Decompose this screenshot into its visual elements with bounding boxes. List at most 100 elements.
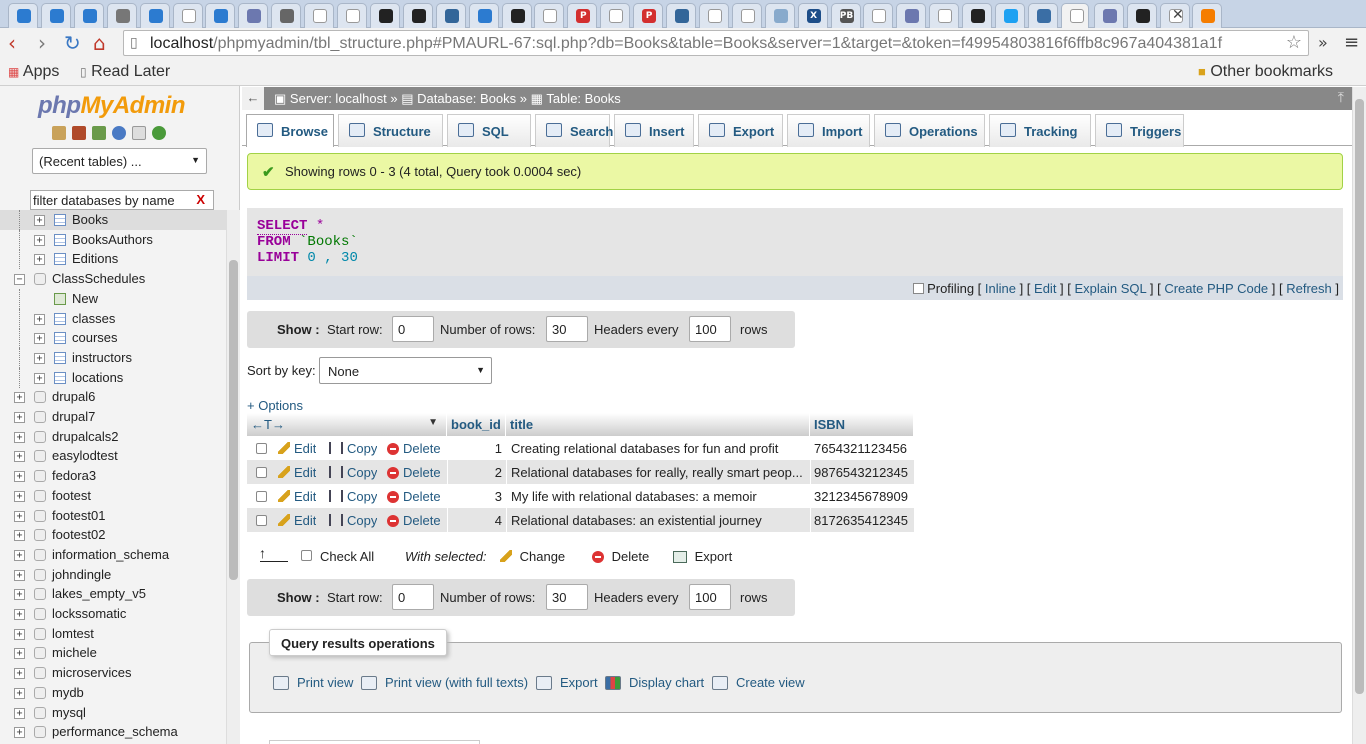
browser-tab[interactable] xyxy=(995,3,1025,28)
expand-icon[interactable]: + xyxy=(14,687,25,699)
database-item-lakes-empty-v5[interactable]: + lakes_empty_v5 xyxy=(0,584,226,604)
home-icon[interactable] xyxy=(52,126,66,140)
tab-import[interactable]: Import xyxy=(787,114,870,147)
delete-row-link[interactable]: Delete xyxy=(387,513,441,528)
expand-icon[interactable]: + xyxy=(14,589,25,601)
database-item-microservices[interactable]: + microservices xyxy=(0,663,226,683)
reload-nav-icon[interactable] xyxy=(152,126,166,140)
profiling-checkbox[interactable] xyxy=(913,283,925,294)
filter-databases-input[interactable]: filter databases by name X xyxy=(30,190,214,210)
browser-tab[interactable] xyxy=(205,3,236,28)
print-full-link[interactable]: Print view (with full texts) xyxy=(361,675,528,690)
close-tab-icon[interactable]: ✕ xyxy=(1172,6,1184,23)
database-item-drupal6[interactable]: + drupal6 xyxy=(0,387,226,407)
check-all-label[interactable]: Check All xyxy=(320,549,374,564)
print-view-link[interactable]: Print view xyxy=(273,675,353,690)
docs-icon[interactable] xyxy=(132,126,146,140)
delete-selected-button[interactable]: Delete xyxy=(592,549,649,564)
start-row-input[interactable]: 0 xyxy=(392,316,434,342)
browser-tab[interactable] xyxy=(8,3,38,28)
tab-export[interactable]: Export xyxy=(698,114,783,147)
database-item-fedora3[interactable]: + fedora3 xyxy=(0,466,226,486)
delete-row-link[interactable]: Delete xyxy=(387,489,441,504)
num-rows-input[interactable]: 30 xyxy=(546,584,588,610)
expand-icon[interactable]: + xyxy=(14,609,25,620)
read-later-bookmark[interactable]: ▯ Read Later xyxy=(80,63,170,81)
table-item-booksauthors[interactable]: + BooksAuthors xyxy=(0,229,226,250)
table-item-books[interactable]: + Books xyxy=(0,210,226,230)
row-checkbox[interactable] xyxy=(256,515,267,526)
expand-icon[interactable]: + xyxy=(34,254,45,266)
browser-tab[interactable] xyxy=(764,3,795,28)
options-link[interactable]: + Options xyxy=(247,398,303,413)
browser-tab[interactable] xyxy=(369,3,400,28)
tab-structure[interactable]: Structure xyxy=(338,114,443,147)
tab-search[interactable]: Search xyxy=(535,114,613,147)
inline-edit-link[interactable]: Inline xyxy=(985,281,1016,296)
expand-icon[interactable]: + xyxy=(34,372,45,384)
database-item-classschedules[interactable]: − ClassSchedules xyxy=(0,269,226,289)
copy-row-link[interactable]: Copy xyxy=(329,513,377,528)
database-item-drupal7[interactable]: + drupal7 xyxy=(0,407,226,427)
database-item-footest01[interactable]: + footest01 xyxy=(0,506,226,526)
start-row-input[interactable]: 0 xyxy=(392,584,434,610)
browser-tab[interactable] xyxy=(1027,3,1058,28)
database-item-mysql[interactable]: + mysql xyxy=(0,703,226,723)
database-item-drupalcals2[interactable]: + drupalcals2 xyxy=(0,427,226,447)
headers-every-input[interactable]: 100 xyxy=(689,584,731,610)
expand-icon[interactable]: + xyxy=(14,431,25,443)
browser-tab[interactable] xyxy=(698,3,729,28)
headers-every-input[interactable]: 100 xyxy=(689,316,731,342)
other-bookmarks[interactable]: ■ Other bookmarks xyxy=(1198,63,1333,81)
database-item-performance-schema[interactable]: + performance_schema xyxy=(0,722,226,742)
database-item-footest02[interactable]: + footest02 xyxy=(0,525,226,545)
column-resize-header[interactable]: ←T→ ▼ xyxy=(247,413,447,436)
create-view-link[interactable]: Create view xyxy=(712,675,805,690)
scroll-top-icon[interactable]: ⤒ xyxy=(1338,89,1344,106)
column-header-book-id[interactable]: book_id xyxy=(447,413,506,436)
database-item-johndingle[interactable]: + johndingle xyxy=(0,565,226,585)
browser-tab[interactable] xyxy=(962,3,993,28)
browser-tab[interactable] xyxy=(863,3,894,28)
recent-tables-select[interactable]: (Recent tables) ... ▼ xyxy=(32,148,207,174)
browser-tab[interactable] xyxy=(501,3,532,28)
expand-icon[interactable]: + xyxy=(14,648,25,660)
expand-icon[interactable]: + xyxy=(34,333,45,345)
edit-query-link[interactable]: Edit xyxy=(1034,281,1056,296)
browser-tab[interactable] xyxy=(337,3,367,28)
database-item-easylodtest[interactable]: + easylodtest xyxy=(0,446,226,466)
browser-tab[interactable] xyxy=(402,3,433,28)
browser-tab[interactable]: P xyxy=(633,3,664,28)
database-item-information-schema[interactable]: + information_schema xyxy=(0,545,226,565)
tab-browse[interactable]: Browse xyxy=(246,114,334,147)
row-checkbox[interactable] xyxy=(256,467,267,478)
browser-tab[interactable] xyxy=(896,3,927,28)
browser-tab[interactable] xyxy=(304,3,335,28)
tab-insert[interactable]: Insert xyxy=(614,114,694,147)
column-header-title[interactable]: title xyxy=(506,413,810,436)
browser-tab[interactable] xyxy=(600,3,631,28)
main-scrollbar-thumb[interactable] xyxy=(1355,99,1364,694)
database-item-footest[interactable]: + footest xyxy=(0,486,226,506)
table-item-instructors[interactable]: + instructors xyxy=(0,347,226,368)
copy-row-link[interactable]: Copy xyxy=(329,489,377,504)
table-item-courses[interactable]: + courses xyxy=(0,328,226,349)
browser-tab[interactable] xyxy=(731,3,762,28)
reload-icon[interactable]: ↻ xyxy=(64,32,81,54)
expand-icon[interactable]: + xyxy=(14,549,25,561)
row-checkbox[interactable] xyxy=(256,443,267,454)
extensions-chevron-icon[interactable]: » xyxy=(1318,32,1328,54)
display-chart-link[interactable]: Display chart xyxy=(605,675,704,690)
expand-icon[interactable]: + xyxy=(14,668,25,680)
tab-triggers[interactable]: Triggers xyxy=(1095,114,1184,147)
browser-tab[interactable] xyxy=(534,3,565,28)
browser-tab[interactable]: P xyxy=(567,3,598,28)
browser-tab[interactable] xyxy=(238,3,269,28)
expand-icon[interactable]: + xyxy=(14,412,25,423)
browser-tab[interactable] xyxy=(139,3,170,28)
expand-icon[interactable]: + xyxy=(14,707,25,719)
breadcrumb-table[interactable]: Table: Books xyxy=(546,91,620,106)
expand-icon[interactable]: + xyxy=(14,569,25,581)
copy-row-link[interactable]: Copy xyxy=(329,465,377,480)
table-item-new[interactable]: New xyxy=(0,288,226,309)
